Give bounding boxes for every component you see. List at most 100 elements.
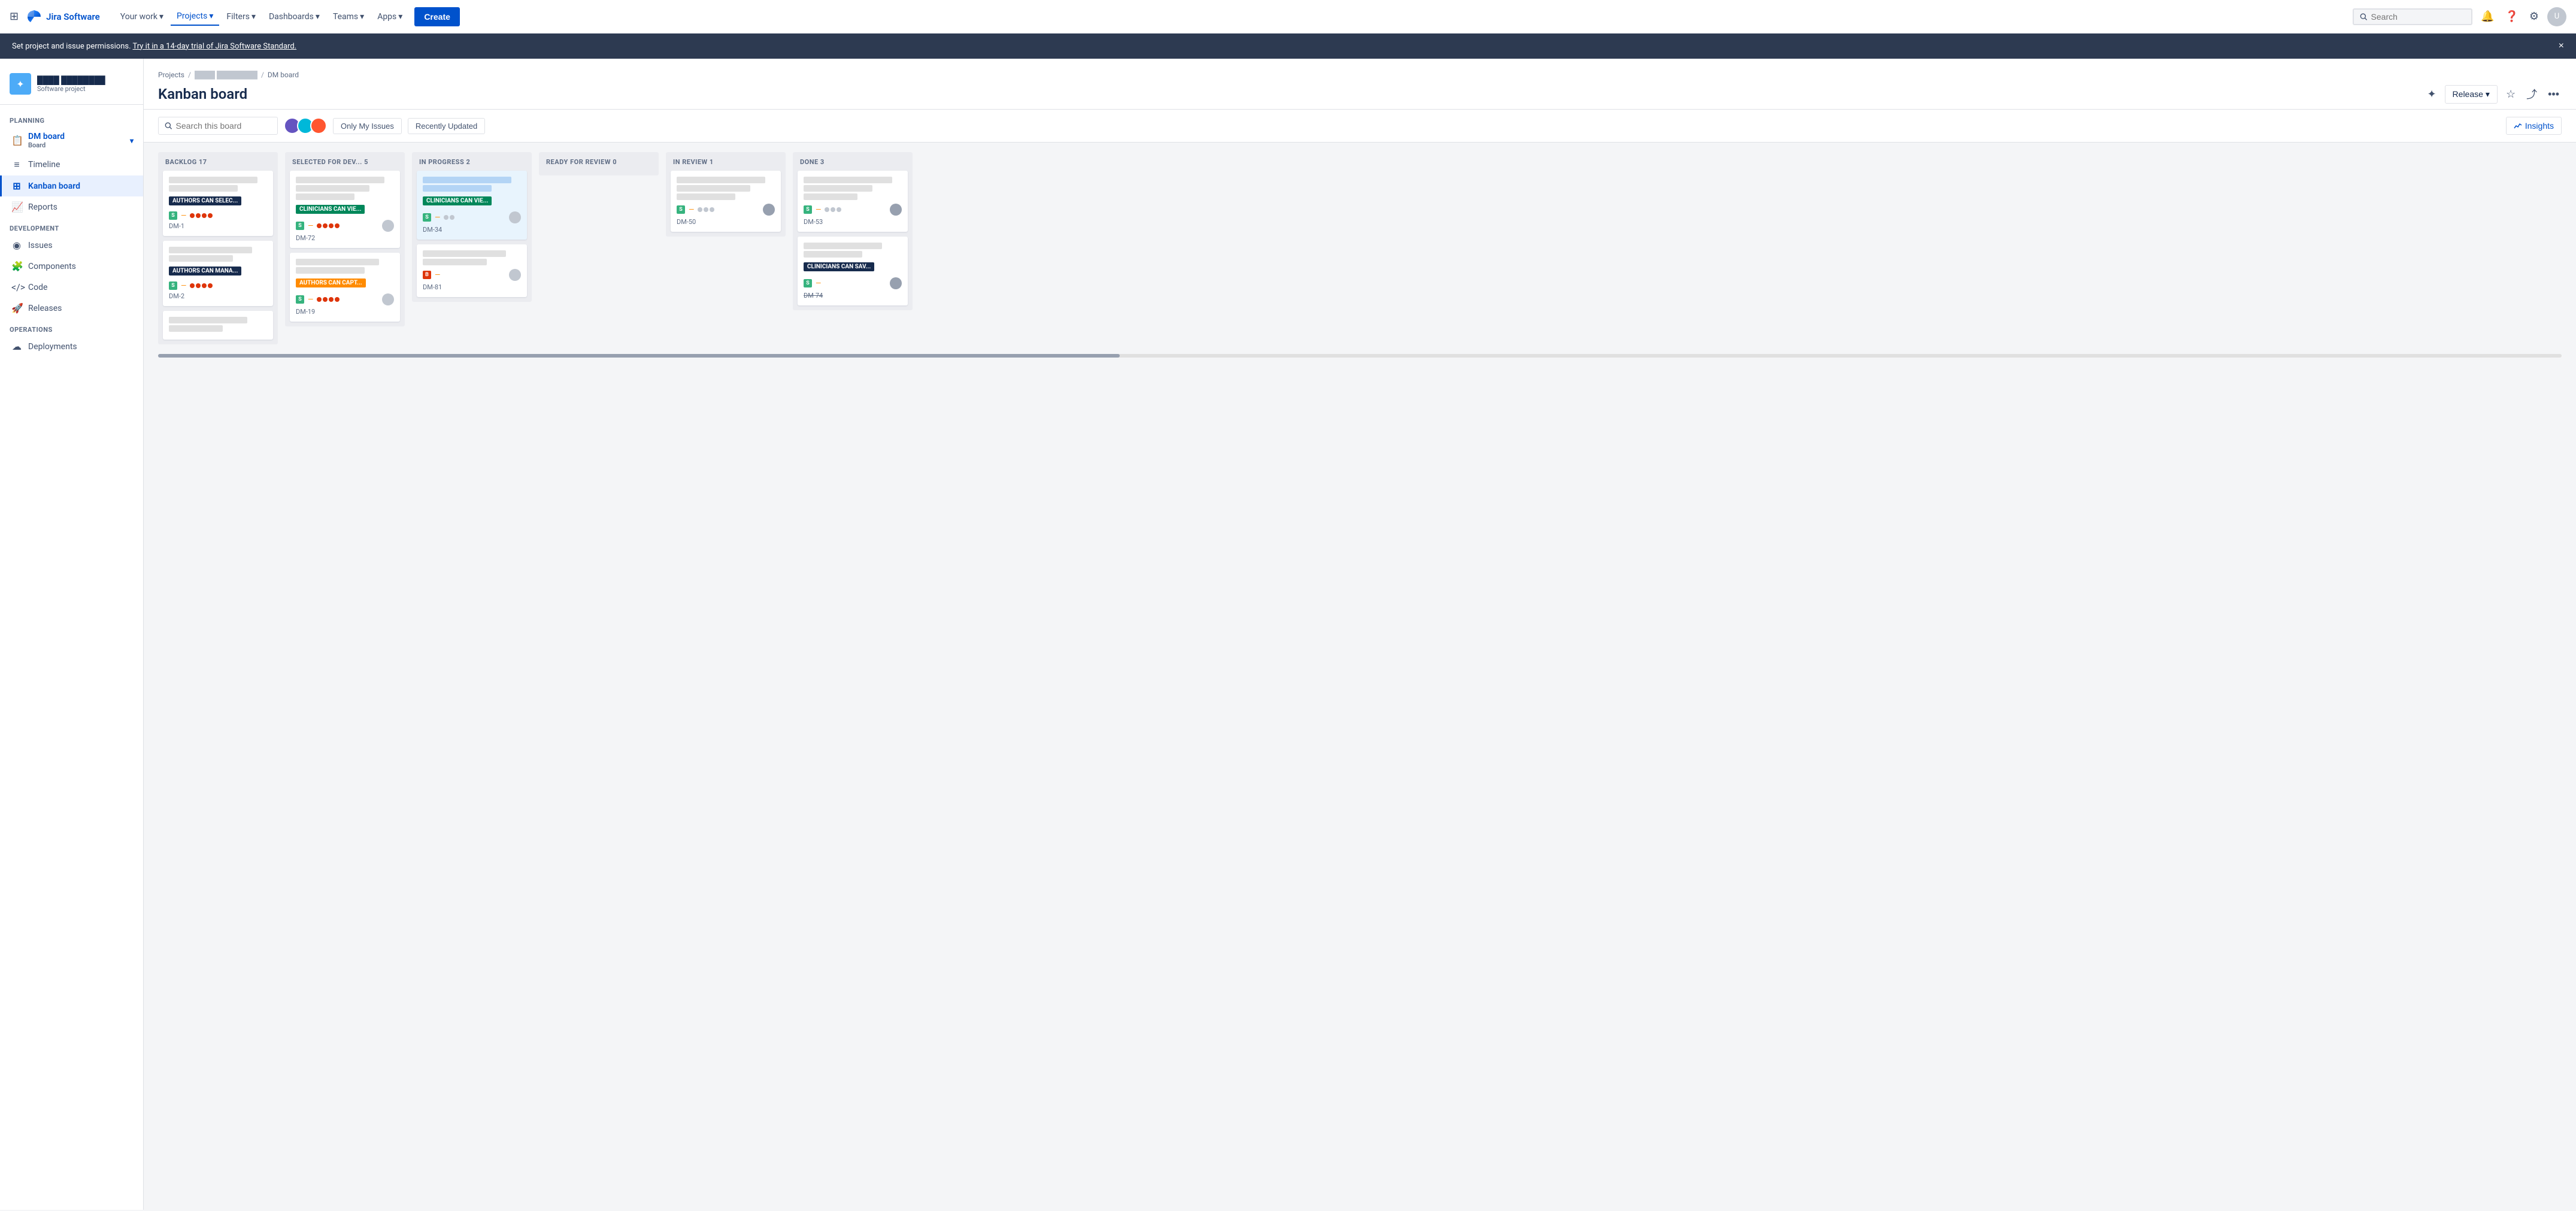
search-board-box[interactable] (158, 117, 278, 135)
priority-icon: — (308, 222, 313, 230)
card-dm19-tag: AUTHORS CAN CAPT... (296, 278, 366, 287)
only-my-issues-button[interactable]: Only My Issues (333, 118, 402, 134)
card-dm50[interactable]: S — DM-50 (671, 171, 781, 232)
card-dm74-footer: S — (804, 277, 902, 289)
card-dm50-footer: S — (677, 204, 775, 216)
card-dm74[interactable]: CLINICIANS CAN SAV... S — DM-74 (798, 237, 908, 305)
banner-text: Set project and issue permissions. Try i… (12, 42, 296, 51)
grid-icon[interactable]: ⊞ (10, 10, 19, 23)
page-title-row: Kanban board ✦ Release ▾ ☆ ⤴ ••• (158, 84, 2562, 104)
card-dm19-footer: S — (296, 293, 394, 305)
kanban-board: BACKLOG 17 AUTHORS CAN SELEC... S — (144, 143, 2576, 354)
scroll-indicator (158, 354, 2562, 358)
card-avatar (509, 269, 521, 281)
story-icon: S (423, 213, 431, 222)
release-button[interactable]: Release ▾ (2445, 85, 2498, 104)
layout: ✦ ████ ████████ Software project PLANNIN… (0, 59, 2576, 1210)
column-inreview-header: IN REVIEW 1 (666, 152, 786, 171)
nav-your-work[interactable]: Your work (114, 8, 169, 25)
card-dm34[interactable]: CLINICIANS CAN VIE... S — DM-34 (417, 171, 527, 240)
project-name: ████ ████████ (37, 75, 105, 85)
card-avatar (763, 204, 775, 216)
column-inprogress-header: IN PROGRESS 2 (412, 152, 532, 171)
avatar-3[interactable] (310, 117, 327, 134)
card-avatar (890, 204, 902, 216)
card-dm72-tag: CLINICIANS CAN VIE... (296, 205, 365, 214)
card-dm2[interactable]: AUTHORS CAN MANA... S — DM-2 (163, 241, 273, 306)
sidebar-item-code[interactable]: </> Code (0, 277, 143, 298)
priority-icon: — (181, 211, 186, 220)
selected-count: 5 (364, 158, 368, 166)
card-avatar (382, 293, 394, 305)
nav-apps[interactable]: Apps (371, 8, 408, 25)
card-dm1-footer: S — (169, 211, 267, 220)
search-box[interactable] (2353, 8, 2472, 25)
search-input[interactable] (2371, 12, 2465, 22)
top-nav: ⊞ Jira Software Your work Projects Filte… (0, 0, 2576, 34)
card-avatar (382, 220, 394, 232)
release-chevron-icon: ▾ (2486, 89, 2490, 99)
settings-button[interactable]: ⚙ (2527, 8, 2541, 25)
sidebar-item-releases[interactable]: 🚀 Releases (0, 298, 143, 319)
more-button[interactable]: ••• (2545, 86, 2562, 103)
insights-action-button[interactable]: ✦ (2425, 86, 2438, 103)
column-backlog-cards: AUTHORS CAN SELEC... S — DM-1 (158, 171, 278, 344)
insights-button[interactable]: Insights (2506, 117, 2562, 135)
nav-dashboards[interactable]: Dashboards (263, 8, 326, 25)
breadcrumb-project[interactable]: ████ ████████ (195, 71, 257, 79)
nav-teams[interactable]: Teams (327, 8, 370, 25)
board-search-input[interactable] (176, 121, 271, 131)
logo[interactable]: Jira Software (26, 8, 100, 25)
column-in-review: IN REVIEW 1 S — (666, 152, 786, 237)
nav-filters[interactable]: Filters (220, 8, 262, 25)
recently-updated-button[interactable]: Recently Updated (408, 118, 485, 134)
star-button[interactable]: ☆ (2504, 86, 2518, 103)
card-dm1[interactable]: AUTHORS CAN SELEC... S — DM-1 (163, 171, 273, 236)
priority-icon: — (435, 213, 440, 222)
priority-icon: — (816, 205, 821, 214)
card-backlog-more[interactable] (163, 311, 273, 340)
card-avatar (890, 277, 902, 289)
inreview-count: 1 (710, 158, 714, 166)
backlog-count: 17 (199, 158, 207, 166)
issues-icon: ◉ (11, 240, 22, 251)
card-dm1-id: DM-1 (169, 222, 267, 230)
create-button[interactable]: Create (414, 7, 460, 26)
user-avatar[interactable]: U (2547, 7, 2566, 26)
ready-count: 0 (613, 158, 617, 166)
project-icon: ✦ (10, 73, 31, 95)
sidebar-item-dm-board[interactable]: 📋 DM board Board ▾ (0, 127, 143, 154)
card-dm19[interactable]: AUTHORS CAN CAPT... S — (290, 253, 400, 322)
scroll-thumb[interactable] (158, 354, 1120, 358)
board-search-icon (165, 122, 172, 130)
column-ready-header: READY FOR REVIEW 0 (539, 152, 659, 171)
card-dm53-footer: S — (804, 204, 902, 216)
story-icon: S (169, 211, 177, 220)
breadcrumb-projects[interactable]: Projects (158, 71, 184, 79)
inprogress-count: 2 (466, 158, 470, 166)
banner-close-button[interactable]: × (2559, 41, 2564, 52)
card-dm53[interactable]: S — DM-53 (798, 171, 908, 232)
sidebar-item-issues[interactable]: ◉ Issues (0, 235, 143, 256)
breadcrumb-current: DM board (268, 71, 299, 79)
sidebar-item-timeline[interactable]: ≡ Timeline (0, 154, 143, 175)
help-button[interactable]: ❓ (2502, 8, 2520, 25)
breadcrumb: Projects / ████ ████████ / DM board (158, 71, 2562, 79)
card-dm2-tag: AUTHORS CAN MANA... (169, 267, 241, 275)
share-button[interactable]: ⤴ (2524, 84, 2539, 104)
sidebar-item-kanban[interactable]: ⊞ Kanban board (0, 175, 143, 196)
dots (825, 207, 841, 212)
story-icon: S (169, 281, 177, 290)
sidebar-project: ✦ ████ ████████ Software project (0, 68, 143, 105)
nav-projects[interactable]: Projects (171, 8, 219, 26)
notifications-button[interactable]: 🔔 (2478, 8, 2496, 25)
story-icon: S (296, 295, 304, 304)
banner-link[interactable]: Try it in a 14-day trial of Jira Softwar… (133, 42, 297, 51)
card-dm72[interactable]: CLINICIANS CAN VIE... S — (290, 171, 400, 248)
sidebar-item-deployments[interactable]: ☁ Deployments (0, 336, 143, 357)
sidebar-item-reports[interactable]: 📈 Reports (0, 196, 143, 217)
card-dm81[interactable]: B — DM-81 (417, 244, 527, 297)
sidebar-item-components[interactable]: 🧩 Components (0, 256, 143, 277)
priority-icon: — (816, 279, 821, 287)
card-dm34-tag: CLINICIANS CAN VIE... (423, 196, 492, 205)
